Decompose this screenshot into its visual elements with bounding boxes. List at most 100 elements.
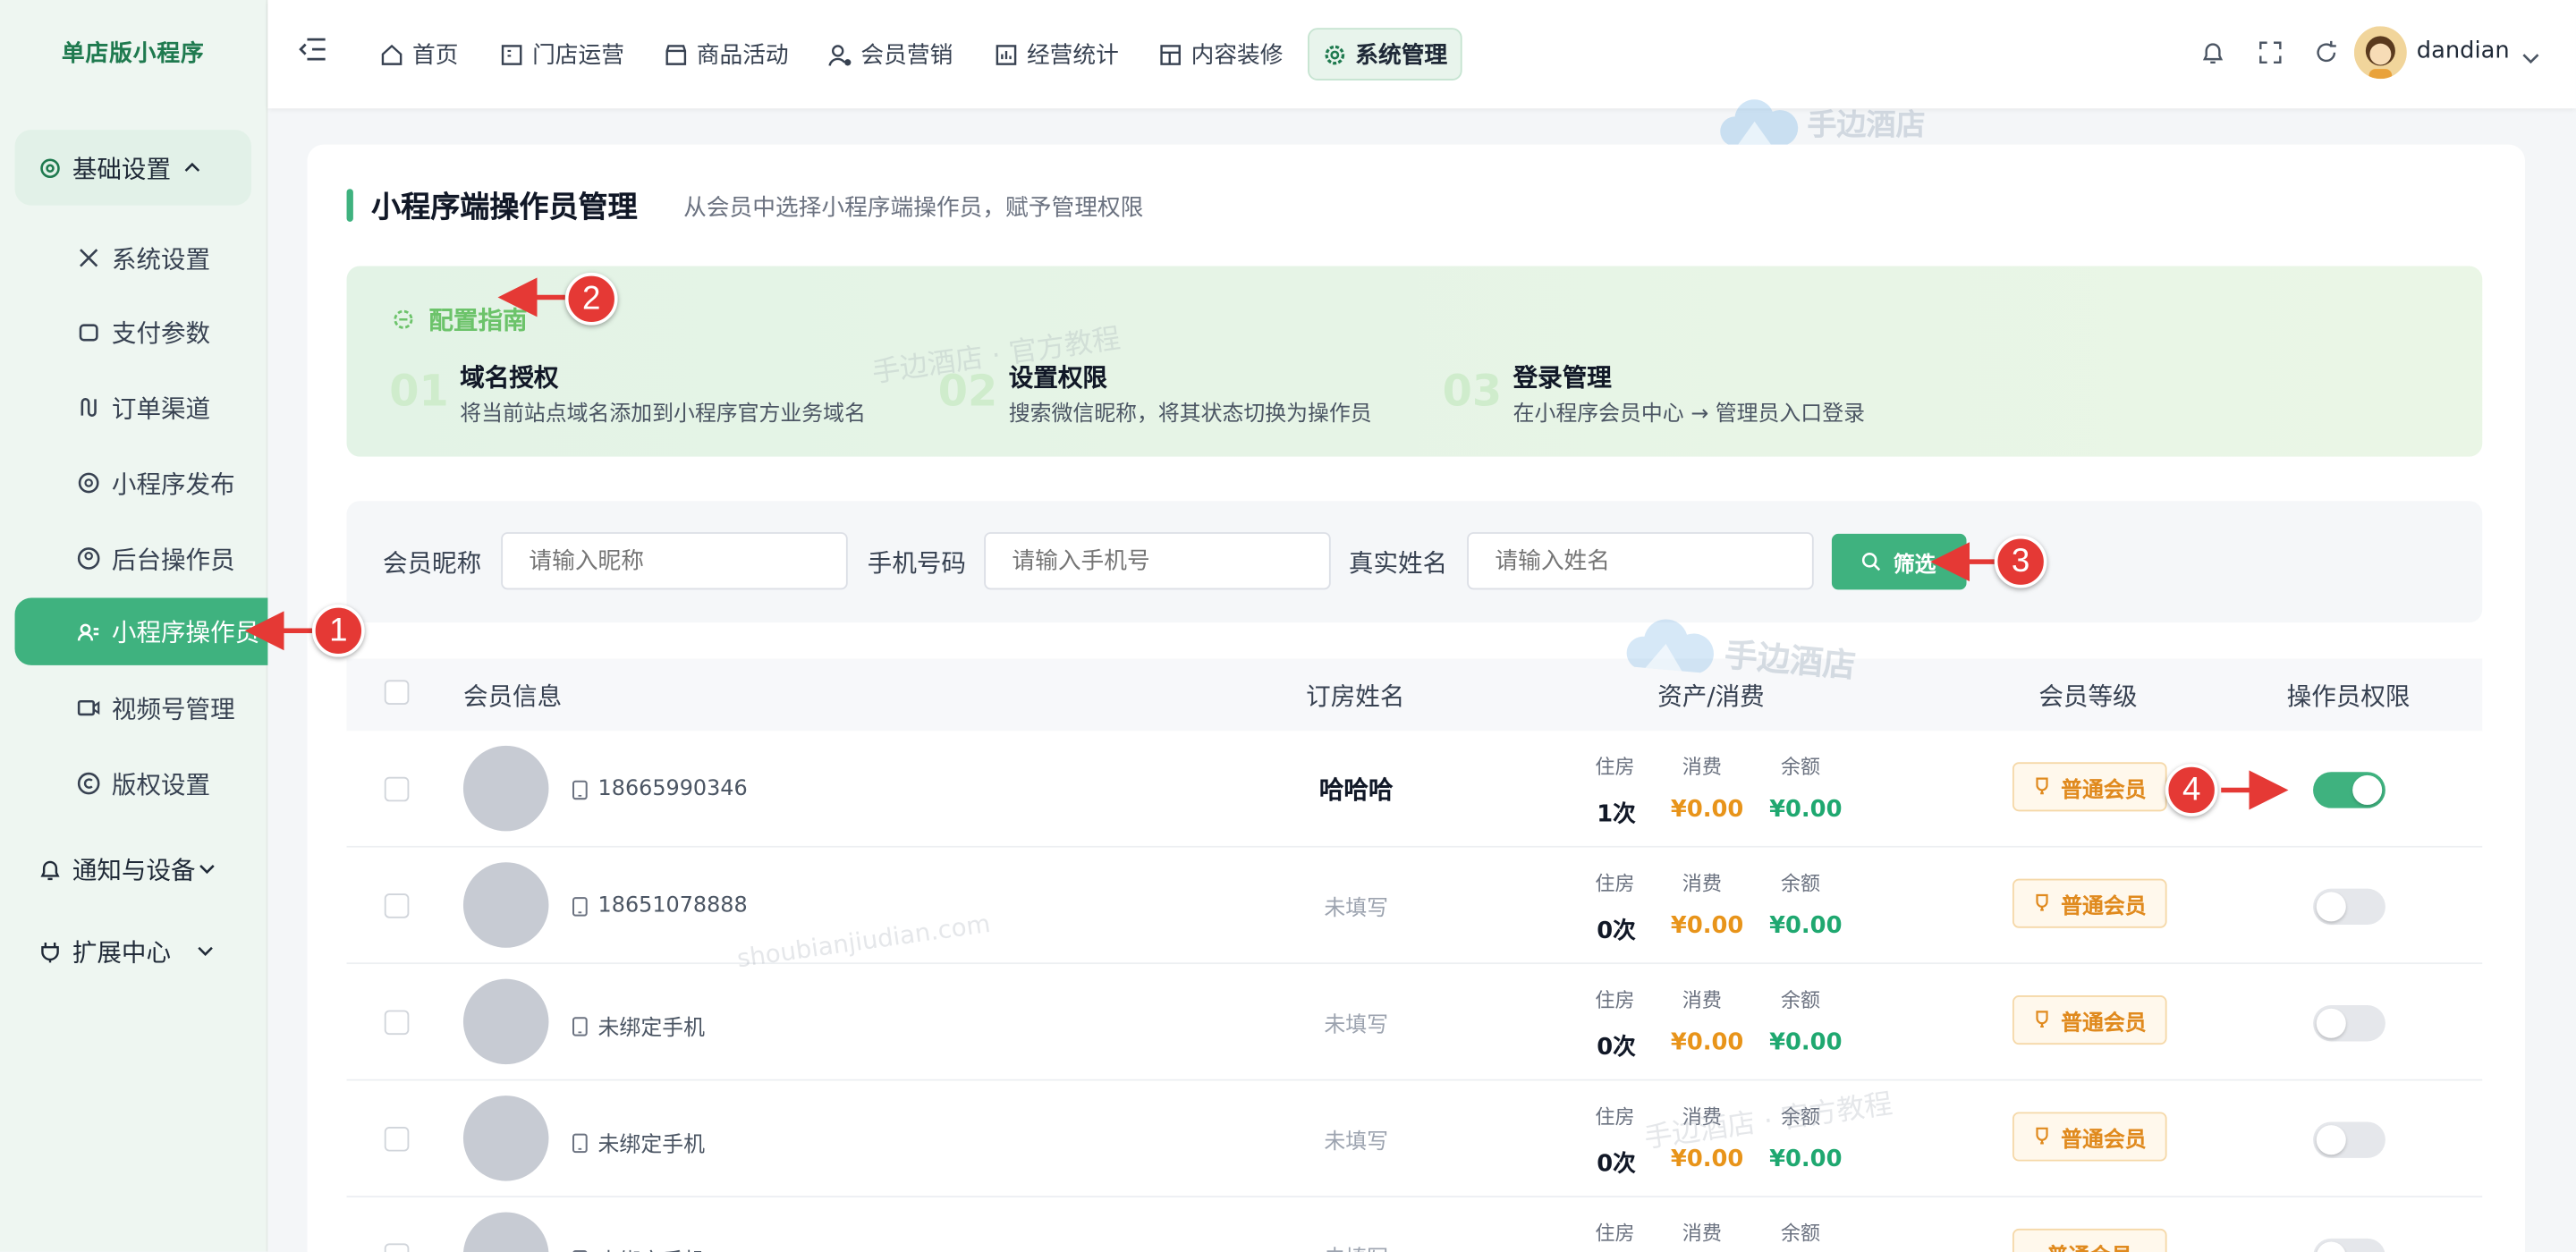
operator-toggle[interactable] xyxy=(2313,888,2385,926)
phone-icon xyxy=(572,779,588,799)
nav-label: 门店运营 xyxy=(532,42,624,70)
nickname-input[interactable] xyxy=(501,532,848,590)
consumption-value: ¥0.00 xyxy=(1670,796,1744,824)
member-avatar xyxy=(462,1096,549,1181)
row-checkbox[interactable] xyxy=(384,1126,410,1152)
balance-label: 余额 xyxy=(1780,872,1821,896)
filter-button[interactable]: 筛选 xyxy=(1831,533,1967,590)
nickname-label: 会员昵称 xyxy=(382,548,482,579)
row-checkbox[interactable] xyxy=(384,1010,410,1036)
column-header: 订房姓名 xyxy=(1306,681,1405,712)
consumption-label: 消费 xyxy=(1682,872,1722,896)
sidebar-item-backend-operator[interactable]: 后台操作员 xyxy=(15,526,265,591)
consumption-value: ¥0.00 xyxy=(1670,1029,1744,1056)
row-checkbox[interactable] xyxy=(384,1243,410,1252)
sidebar-group-basic-settings[interactable]: 基础设置 xyxy=(14,130,252,206)
chevron-down-icon[interactable] xyxy=(2521,43,2539,74)
toggle-knob xyxy=(2316,1125,2346,1155)
wallet-icon xyxy=(75,318,101,344)
row-checkbox[interactable] xyxy=(384,776,410,802)
nav-label: 内容装修 xyxy=(1191,42,1284,70)
nav-member-marketing[interactable]: 会员营销 xyxy=(815,28,966,80)
step-title: 域名授权 xyxy=(460,362,559,393)
step-number: 01 xyxy=(389,368,449,418)
annotation-marker: 1 xyxy=(311,604,365,657)
member-level-badge: 普通会员 xyxy=(2012,1228,2167,1252)
select-all-checkbox[interactable] xyxy=(384,680,410,705)
sidebar-item-payment-params[interactable]: 支付参数 xyxy=(15,299,265,364)
phone-text: 未绑定手机 xyxy=(598,1243,705,1252)
realname-input[interactable] xyxy=(1467,532,1814,590)
phone-icon xyxy=(572,1132,588,1153)
nav-label: 会员营销 xyxy=(860,42,953,70)
annotation-marker: 3 xyxy=(1994,535,2047,588)
operator-toggle[interactable] xyxy=(2313,1005,2385,1042)
member-phone: 未绑定手机 xyxy=(572,1243,705,1252)
user-list-icon xyxy=(75,619,101,645)
operator-toggle[interactable] xyxy=(2313,772,2385,808)
collapse-sidebar-icon[interactable] xyxy=(297,36,330,69)
stays-label: 住房 xyxy=(1595,872,1635,896)
member-avatar xyxy=(462,862,549,948)
sidebar-item-miniapp-publish[interactable]: 小程序发布 xyxy=(15,450,265,515)
sidebar-item-system-settings[interactable]: 系统设置 xyxy=(15,225,265,291)
nav-product-activity[interactable]: 商品活动 xyxy=(650,28,801,80)
stays-value: 1次 xyxy=(1597,801,1636,828)
member-avatar xyxy=(462,978,549,1065)
avatar[interactable] xyxy=(2353,26,2407,80)
sidebar-item-miniapp-operator[interactable]: 小程序操作员 xyxy=(14,597,268,665)
nav-system-manage[interactable]: 系统管理 xyxy=(1308,28,1462,80)
sidebar-item-video-channel[interactable]: 视频号管理 xyxy=(15,675,265,740)
phone-text: 未绑定手机 xyxy=(597,1133,705,1158)
fullscreen-icon[interactable] xyxy=(2258,39,2287,69)
column-header: 操作员权限 xyxy=(2286,681,2411,712)
nav-home[interactable]: 首页 xyxy=(367,28,472,80)
bell-icon[interactable] xyxy=(2199,39,2229,69)
booking-name: 未填写 xyxy=(1324,1240,1388,1252)
nav-business-stats[interactable]: 经营统计 xyxy=(981,28,1132,80)
refresh-icon[interactable] xyxy=(2313,39,2343,69)
toggle-knob xyxy=(2316,1241,2346,1252)
video-icon xyxy=(75,695,101,721)
member-level-text: 普通会员 xyxy=(2061,894,2147,919)
username[interactable]: dandian xyxy=(2417,38,2510,63)
stays-value: 0次 xyxy=(1597,1035,1636,1062)
phone-icon xyxy=(572,1016,588,1036)
consumption-label: 消费 xyxy=(1682,988,1722,1012)
sidebar-group-notify-devices[interactable]: 通知与设备 xyxy=(15,831,251,906)
member-level-text: 普通会员 xyxy=(2061,1127,2147,1153)
operator-toggle[interactable] xyxy=(2313,1121,2385,1158)
chevron-up-icon xyxy=(184,153,200,182)
user-star-icon xyxy=(828,42,853,67)
step-description: 搜索微信昵称，将其状态切换为操作员 xyxy=(1008,402,1372,427)
annotation-marker: 2 xyxy=(564,272,618,326)
publish-icon xyxy=(75,470,101,495)
phone-input[interactable] xyxy=(984,532,1331,590)
nav-store-ops[interactable]: 门店运营 xyxy=(487,28,638,80)
booking-name: 未填写 xyxy=(1324,1129,1389,1155)
row-checkbox[interactable] xyxy=(384,893,410,918)
config-guide-title: 配置指南 xyxy=(428,305,528,335)
shop-icon xyxy=(664,42,689,67)
nav-content-decor[interactable]: 内容装修 xyxy=(1145,28,1296,80)
member-level-text: 普通会员 xyxy=(2061,1011,2147,1036)
member-level-badge: 普通会员 xyxy=(2012,1112,2167,1162)
balance-value: ¥0.00 xyxy=(1769,913,1843,940)
search-icon xyxy=(1862,552,1882,571)
step-description: 将当前站点域名添加到小程序官方业务域名 xyxy=(460,402,866,427)
operator-toggle[interactable] xyxy=(2313,1238,2385,1252)
sidebar-group-extensions[interactable]: 扩展中心 xyxy=(15,913,251,988)
brand-watermark-text: 手边酒店 xyxy=(1723,633,1858,685)
sidebar-item-label: 小程序操作员 xyxy=(111,617,260,647)
plug-icon xyxy=(36,938,62,964)
sidebar-item-order-channel[interactable]: 订单渠道 xyxy=(15,375,265,440)
balance-value: ¥0.00 xyxy=(1769,1146,1843,1173)
config-guide-panel xyxy=(346,266,2483,457)
sidebar-item-label: 订单渠道 xyxy=(111,393,211,423)
brand-title: 单店版小程序 xyxy=(61,40,205,68)
sidebar-item-copyright[interactable]: 版权设置 xyxy=(15,750,265,816)
guide-icon xyxy=(391,307,416,332)
member-phone: 18651078888 xyxy=(572,893,748,918)
realname-label: 真实姓名 xyxy=(1348,548,1448,579)
chevron-down-icon xyxy=(197,936,213,966)
